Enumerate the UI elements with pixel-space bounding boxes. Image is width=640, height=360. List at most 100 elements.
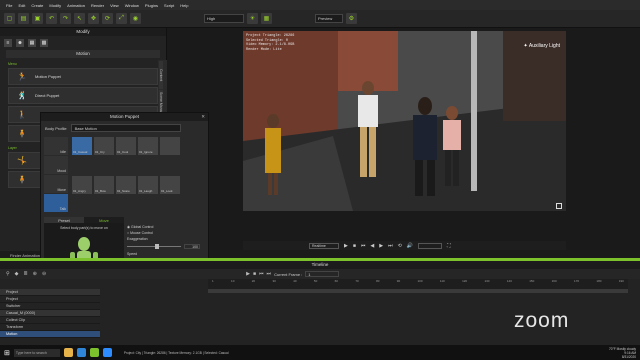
grid-icon[interactable]: ▦ [261,13,272,24]
save-icon[interactable]: ▣ [32,13,43,24]
preset-thumb[interactable]: 01_Look [160,175,180,194]
taskbar-search-input[interactable]: Type here to search [13,348,60,357]
menu-window[interactable]: Window [125,3,139,8]
exaggeration-slider[interactable] [127,244,181,249]
track-row[interactable]: Switcher [0,303,100,310]
frame-field[interactable] [418,242,443,249]
viewport-maximize-icon[interactable] [556,203,562,209]
preset-thumb[interactable]: 01_Bow [94,175,114,194]
tab-content[interactable]: Content [159,61,163,89]
move-icon[interactable]: ✥ [88,13,99,24]
iclone-icon[interactable] [89,348,99,357]
exaggeration-slider-handle[interactable] [155,244,159,249]
preset-thumb[interactable]: 01_Ignore [138,137,158,155]
tl-stop-icon[interactable]: ■ [253,271,256,277]
figure-icon[interactable]: ☻ [16,39,24,47]
rotate-icon[interactable]: ⟳ [102,13,113,24]
browser-icon[interactable] [76,348,86,357]
settings-icon[interactable]: ⚙ [346,13,357,24]
category-talk[interactable]: Talk [44,194,68,212]
scale-icon[interactable]: ⤢ [116,13,127,24]
menu-script[interactable]: Script [164,3,174,8]
preset-thumb[interactable]: 01_Casual [72,137,92,155]
radio-mouse-control[interactable]: ○ Mouse Control [127,231,207,235]
timeline-track-bar[interactable] [208,289,628,293]
windows-start-icon[interactable]: ⊞ [4,349,10,357]
stop-icon[interactable]: ■ [353,243,356,249]
sliders-icon[interactable]: ≡ [4,39,12,47]
menu-plugins[interactable]: Plugins [145,3,158,8]
preset-thumb[interactable]: 01_Cry [94,137,114,155]
radio-global-control[interactable]: ◉ Global Control [127,225,207,229]
close-icon[interactable]: ✕ [201,113,205,121]
quality-select[interactable]: High [204,14,244,23]
preset-thumb[interactable]: 01_Cool [116,137,136,155]
menu-help[interactable]: Help [180,3,188,8]
side-vertical-tabs: Content Scene Manager [158,60,167,120]
preset-thumb[interactable]: 01_Angry [72,175,92,194]
zoom-app-icon[interactable] [102,348,112,357]
timeline-ruler[interactable]: 1 10 20 30 40 50 60 70 80 90 100 110 120… [208,279,628,289]
redo-icon[interactable]: ↷ [60,13,71,24]
track-row[interactable]: Collect Clip [0,317,100,324]
undo-icon[interactable]: ↶ [46,13,57,24]
loop-icon[interactable]: ⟲ [398,243,402,249]
tl-play-icon[interactable]: ▶ [246,271,250,277]
playback-mode-select[interactable]: Realtime [309,242,339,249]
current-frame-input[interactable]: 1 [305,271,340,277]
main-toolbar: ▢ ▤ ▣ ↶ ↷ ↖ ✥ ⟳ ⤢ ◉ High ☀ ▦ Preview ⚙ [0,10,640,28]
tl-prev-icon[interactable]: ⏮ [259,271,264,277]
preview-select[interactable]: Preview [315,14,343,23]
system-tray[interactable]: 70°F Mostly cloudy 9:16 AM 8/31/2020 [609,347,636,359]
zoom-in-icon[interactable]: ⊕ [33,271,37,277]
preset-thumb[interactable] [160,137,180,155]
track-row[interactable]: Project [0,289,100,296]
play-icon[interactable]: ▶ [344,243,348,249]
light-icon[interactable]: ☀ [247,13,258,24]
select-icon[interactable]: ↖ [74,13,85,24]
layer-icon[interactable]: ≣ [24,271,28,277]
filter-icon[interactable]: ⚲ [6,271,10,277]
checker2-icon[interactable]: ▩ [40,39,48,47]
ruler-tick: 190 [618,279,624,283]
3d-viewport[interactable]: Project Triangle: 26286 Selected Triangl… [243,31,566,211]
preset-thumb[interactable]: 01_Scare [116,175,136,194]
menu-animation[interactable]: Animation [67,3,85,8]
fullscreen-icon[interactable]: ⛶ [447,243,451,249]
ruler-tick: 60 [334,279,338,283]
menu-modify[interactable]: Modify [49,3,61,8]
menu-file[interactable]: File [6,3,12,8]
exaggeration-value[interactable]: 100 [184,244,200,249]
back-icon[interactable]: ◀ [370,243,374,249]
track-row[interactable]: Casual_M (0000) [0,310,100,317]
track-row[interactable]: Project [0,296,100,303]
checker-icon[interactable]: ▦ [28,39,36,47]
zoom-out-icon[interactable]: ⊖ [42,271,46,277]
category-idle[interactable]: Idle [44,137,68,155]
track-row[interactable]: Transform [0,324,100,331]
direct-puppet-row[interactable]: 🕺 Direct Puppet [8,87,158,104]
new-icon[interactable]: ▢ [4,13,15,24]
track-row[interactable]: Motion [0,331,100,338]
prev-frame-icon[interactable]: ⏮ [361,243,366,249]
next-frame-icon[interactable]: ⏭ [388,243,393,249]
camera-icon[interactable]: ◉ [130,13,141,24]
figure-icon: 🚶 [17,109,27,119]
preset-thumb[interactable]: 01_Laugh [138,175,158,194]
motion-puppet-row[interactable]: 🏃 Motion Puppet [8,68,158,85]
forward-icon[interactable]: ▶ [379,243,383,249]
body-profile-select[interactable]: Base Motion [70,124,181,132]
menu-create[interactable]: Create [31,3,43,8]
menu-edit[interactable]: Edit [18,3,25,8]
tl-next-icon[interactable]: ⏭ [267,271,272,277]
ruler-tick: 110 [439,279,445,283]
category-mood[interactable]: Mood [44,156,68,174]
menu-render[interactable]: Render [91,3,104,8]
menu-view[interactable]: View [110,3,119,8]
key-icon[interactable]: ◆ [15,271,19,277]
file-explorer-icon[interactable] [63,348,73,357]
auxiliary-light-text: Auxiliary Light [528,43,560,49]
category-move[interactable]: Move [44,175,68,193]
volume-icon[interactable]: 🔊 [407,243,413,249]
open-icon[interactable]: ▤ [18,13,29,24]
